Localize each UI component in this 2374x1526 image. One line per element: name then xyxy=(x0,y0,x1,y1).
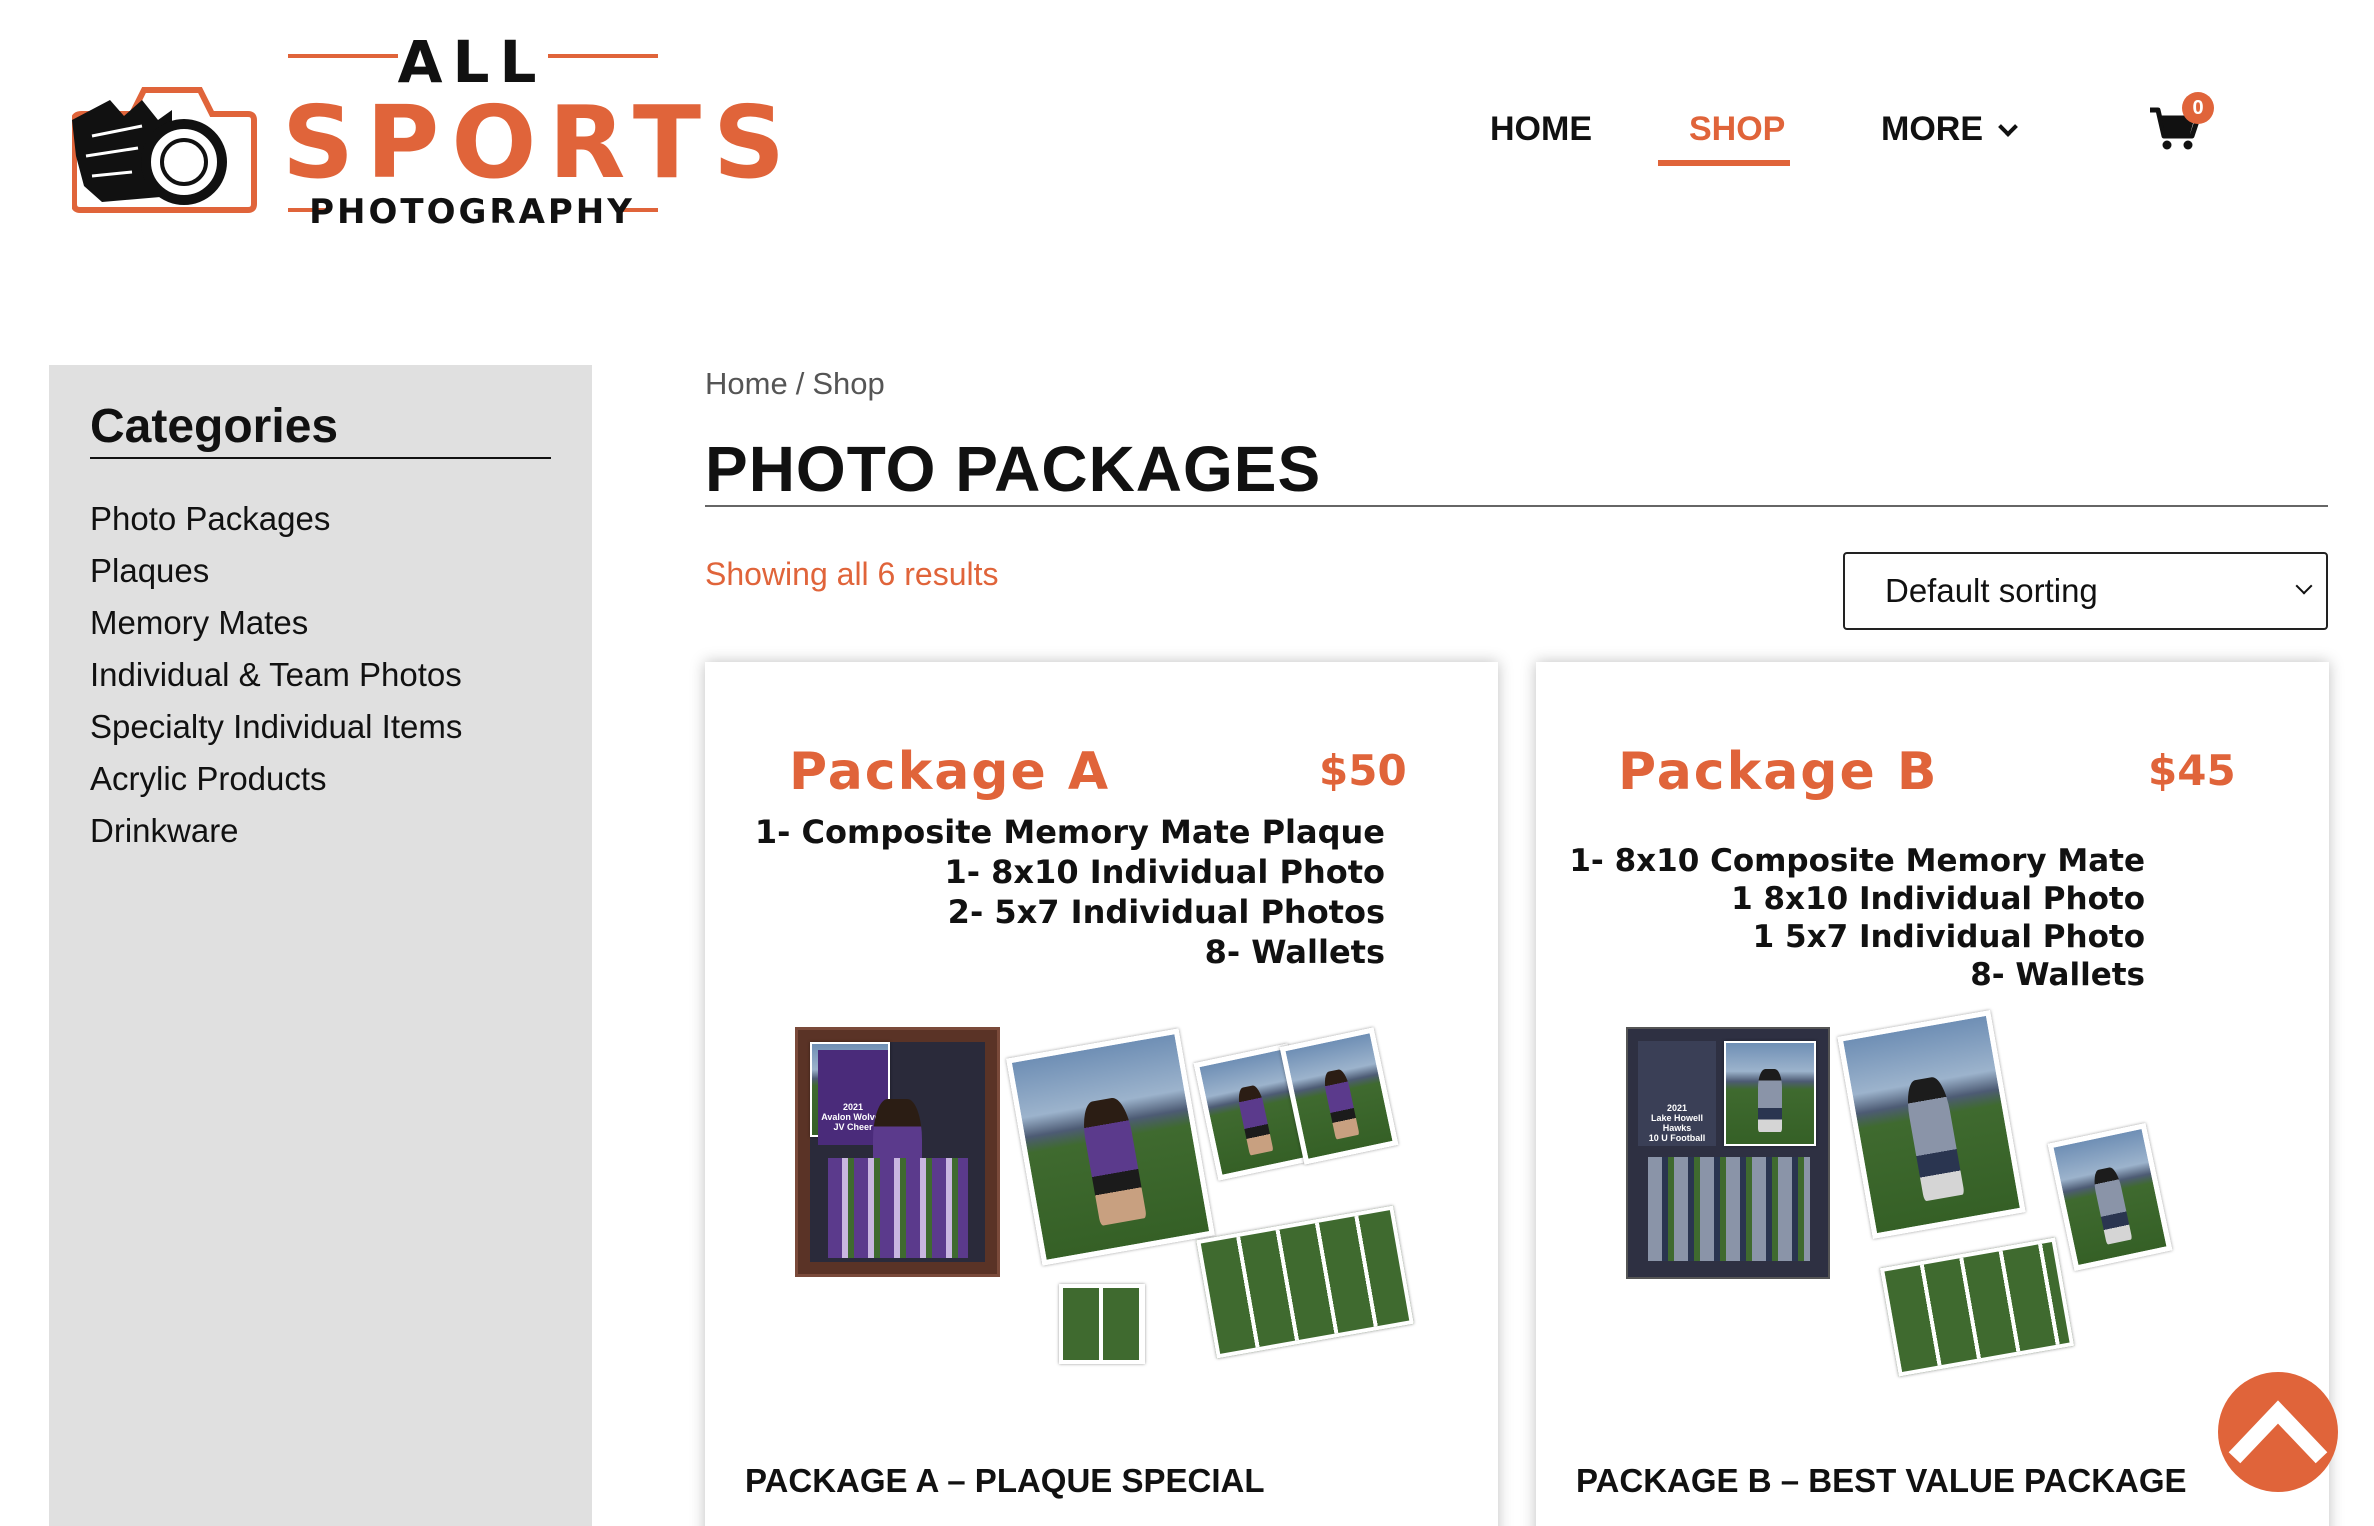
chevron-up-icon xyxy=(2228,1400,2328,1464)
product-image-price: $50 xyxy=(1319,746,1407,795)
product-card[interactable]: Package A $50 1- Composite Memory Mate P… xyxy=(705,662,1498,1526)
cart-count-badge: 0 xyxy=(2182,92,2214,124)
wallet-photo-sample xyxy=(1059,1284,1145,1364)
player xyxy=(1321,1067,1360,1140)
category-link-drinkware[interactable]: Drinkware xyxy=(90,805,462,857)
category-link-photo-packages[interactable]: Photo Packages xyxy=(90,493,462,545)
player xyxy=(2091,1166,2132,1245)
breadcrumb-current: Shop xyxy=(812,366,885,401)
product-image-title: Package B xyxy=(1618,742,1939,802)
product-image-line: 8- Wallets xyxy=(1970,957,2145,993)
individual-5x7-photo xyxy=(2047,1123,2173,1271)
camera-logo-icon xyxy=(72,87,257,213)
site-logo[interactable]: ALL SPORTS PHOTOGRAPHY xyxy=(72,28,798,238)
logo-text-sports: SPORTS xyxy=(282,84,798,201)
team-photo xyxy=(828,1158,968,1258)
team-photo xyxy=(1648,1157,1810,1261)
player xyxy=(1903,1074,1965,1201)
nav-more-label: MORE xyxy=(1881,110,1983,148)
category-link-specialty-individual-items[interactable]: Specialty Individual Items xyxy=(90,701,462,753)
plaque-inner: 2021 Avalon Wolves JV Cheer xyxy=(810,1042,985,1262)
product-name[interactable]: PACKAGE A – PLAQUE SPECIAL xyxy=(745,1462,1265,1500)
product-name[interactable]: PACKAGE B – BEST VALUE PACKAGE xyxy=(1576,1462,2187,1500)
memory-mate-team: Lake Howell Hawks xyxy=(1650,1113,1704,1133)
category-list: Photo Packages Plaques Memory Mates Indi… xyxy=(90,493,462,857)
plaque-photo: 2021 Avalon Wolves JV Cheer xyxy=(795,1027,1000,1277)
results-count: Showing all 6 results xyxy=(705,556,999,592)
category-link-acrylic-products[interactable]: Acrylic Products xyxy=(90,753,462,805)
sidebar-title: Categories xyxy=(90,400,339,453)
individual-8x10-photo xyxy=(1837,1010,2026,1239)
player xyxy=(1079,1095,1147,1226)
product-image-contents: 1- Composite Memory Mate Plaque 1- 8x10 … xyxy=(755,812,1385,972)
nav-active-underline xyxy=(1658,160,1790,166)
nav-shop[interactable]: SHOP xyxy=(1689,104,1785,154)
logo-text-photography: PHOTOGRAPHY xyxy=(309,192,635,232)
category-link-individual-team-photos[interactable]: Individual & Team Photos xyxy=(90,649,462,701)
memory-mate-photo: 2021 Lake Howell Hawks 10 U Football xyxy=(1626,1027,1830,1279)
individual-photo xyxy=(1724,1041,1816,1146)
product-image-line: 8- Wallets xyxy=(1204,933,1385,971)
product-image-price: $45 xyxy=(2148,746,2236,795)
sort-dropdown[interactable]: Default sorting xyxy=(1843,552,2328,630)
category-link-memory-mates[interactable]: Memory Mates xyxy=(90,597,462,649)
product-image-line: 1 8x10 Individual Photo xyxy=(1731,881,2145,917)
product-image-line: 2- 5x7 Individual Photos xyxy=(947,893,1385,931)
product-image-line: 1- Composite Memory Mate Plaque xyxy=(754,813,1385,851)
chevron-down-icon xyxy=(2295,577,2313,595)
category-sidebar: Categories Photo Packages Plaques Memory… xyxy=(49,365,592,1526)
wallet-photos xyxy=(1879,1237,2075,1377)
nav-more[interactable]: MORE xyxy=(1881,104,2018,154)
breadcrumb-separator: / xyxy=(795,366,805,401)
breadcrumb: Home / Shop xyxy=(705,366,885,402)
player xyxy=(1757,1069,1783,1132)
player xyxy=(1235,1083,1274,1156)
product-image-line: 1 5x7 Individual Photo xyxy=(1752,919,2145,955)
wallet-photos xyxy=(1196,1205,1414,1359)
sidebar-divider xyxy=(90,457,551,459)
product-image-line: 1- 8x10 Composite Memory Mate xyxy=(1569,843,2145,879)
individual-8x10-photo xyxy=(1006,1028,1215,1266)
scroll-to-top-button[interactable] xyxy=(2218,1372,2338,1492)
memory-mate-squad: 10 U Football xyxy=(1648,1133,1706,1143)
chevron-down-icon xyxy=(1998,117,2018,137)
memory-mate-year: 2021 xyxy=(1666,1103,1688,1113)
category-link-plaques[interactable]: Plaques xyxy=(90,545,462,597)
sort-selected-value: Default sorting xyxy=(1885,572,2098,609)
product-image-title: Package A xyxy=(789,742,1111,802)
page-title: PHOTO PACKAGES xyxy=(705,433,1322,505)
nav-home[interactable]: HOME xyxy=(1490,104,1592,154)
title-divider xyxy=(705,505,2328,507)
product-image-line: 1- 8x10 Individual Photo xyxy=(944,853,1385,891)
product-image-contents: 1- 8x10 Composite Memory Mate 1 8x10 Ind… xyxy=(1569,842,2145,994)
product-card[interactable]: Package B $45 1- 8x10 Composite Memory M… xyxy=(1536,662,2329,1526)
memory-mate-caption: 2021 Lake Howell Hawks 10 U Football xyxy=(1638,1103,1716,1143)
breadcrumb-home-link[interactable]: Home xyxy=(705,366,788,401)
